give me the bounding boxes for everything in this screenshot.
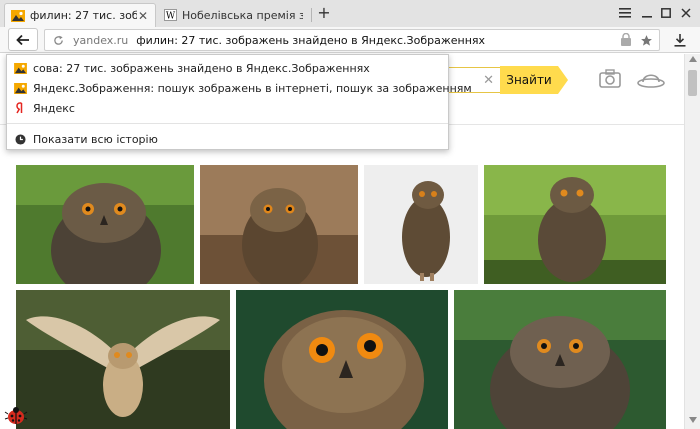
tab-inactive[interactable]: W Нобелівська премія з фізик [157, 3, 309, 27]
suggestion-item[interactable]: Яндекс [7, 98, 448, 118]
scroll-thumb[interactable] [688, 70, 697, 96]
yandex-logo-icon [13, 102, 27, 114]
download-icon[interactable] [672, 32, 688, 48]
tab-title: Нобелівська премія з фізик [182, 8, 303, 22]
image-thumbnail[interactable] [16, 165, 194, 284]
image-thumbnail[interactable] [454, 290, 666, 429]
suggestion-text: сова: 27 тис. зображень знайдено в Яндек… [33, 61, 370, 75]
toolbar: yandex.ru филин: 27 тис. зображень знайд… [0, 27, 700, 53]
page-scrollbar[interactable] [684, 54, 700, 429]
address-suggestions-dropdown: сова: 27 тис. зображень знайдено в Яндек… [6, 54, 472, 150]
search-button-arrow [558, 66, 568, 94]
suggestion-text: Показати всю історію [33, 132, 158, 146]
suggestion-item[interactable]: Яндекс.Зображення: пошук зображень в інт… [7, 78, 472, 98]
arrow-left-icon [16, 34, 29, 45]
tab-active[interactable]: филин: 27 тис. зображень ✕ [4, 3, 156, 27]
close-window-icon[interactable] [677, 4, 695, 22]
suggestion-text: Яндекс.Зображення: пошук зображень в інт… [33, 81, 472, 95]
camera-icon[interactable] [598, 68, 622, 90]
browser-window: филин: 27 тис. зображень ✕ W Нобелівська… [0, 0, 700, 429]
image-thumbnail[interactable] [484, 165, 666, 284]
scroll-up-icon[interactable] [685, 56, 700, 66]
wikipedia-icon: W [163, 9, 177, 21]
yandex-images-icon [13, 82, 27, 94]
suggestion-item[interactable]: сова: 27 тис. зображень знайдено в Яндек… [7, 58, 448, 78]
tab-close-icon[interactable]: ✕ [137, 9, 149, 23]
hat-icon[interactable] [636, 68, 666, 90]
bookmark-star-icon[interactable] [640, 34, 653, 50]
image-thumbnail[interactable] [16, 290, 230, 429]
tab-separator [311, 8, 312, 22]
image-thumbnail[interactable] [200, 165, 358, 284]
maximize-icon[interactable] [657, 4, 675, 22]
yandex-images-icon [13, 62, 27, 74]
yandex-images-icon [11, 9, 25, 22]
scroll-down-icon[interactable] [685, 417, 700, 427]
address-query: филин: 27 тис. зображень знайдено в Янде… [136, 33, 486, 47]
clock-icon [13, 133, 27, 145]
clear-search-icon[interactable]: ✕ [483, 73, 494, 88]
tab-title: филин: 27 тис. зображень [30, 9, 137, 22]
reload-icon[interactable] [51, 33, 65, 47]
image-thumbnail[interactable] [364, 165, 478, 284]
ladybug-icon[interactable] [4, 404, 28, 426]
svg-text:W: W [165, 12, 175, 22]
suggestion-divider [7, 123, 448, 124]
minimize-icon[interactable] [638, 4, 656, 22]
back-button[interactable] [8, 28, 38, 51]
new-tab-icon[interactable]: + [316, 5, 332, 21]
search-button[interactable]: Знайти [500, 66, 558, 94]
address-bar[interactable]: yandex.ru филин: 27 тис. зображень знайд… [44, 29, 660, 51]
protect-icon[interactable] [620, 32, 632, 50]
menu-icon[interactable] [616, 4, 634, 22]
image-thumbnail[interactable] [236, 290, 448, 429]
address-domain: yandex.ru [73, 33, 129, 47]
suggestion-text: Яндекс [33, 101, 75, 115]
show-history-item[interactable]: Показати всю історію [7, 129, 448, 149]
tab-strip: филин: 27 тис. зображень ✕ W Нобелівська… [0, 0, 700, 27]
